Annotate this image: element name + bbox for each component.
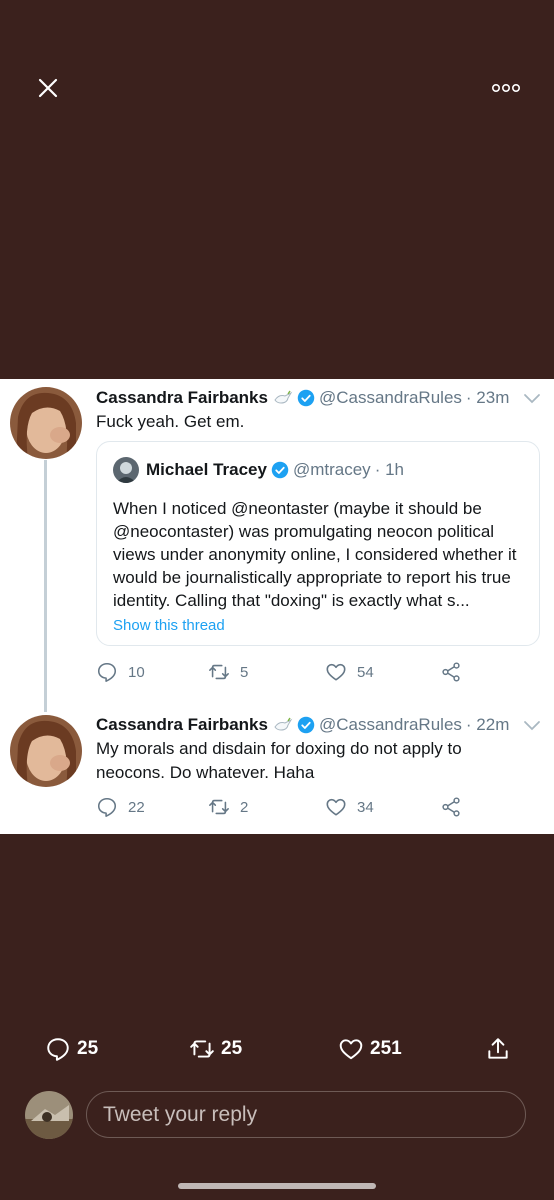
- verified-badge-icon: [297, 716, 315, 734]
- chevron-down-icon[interactable]: [523, 720, 541, 732]
- share-button[interactable]: [440, 796, 472, 818]
- main-retweet-button[interactable]: 25: [189, 1036, 242, 1062]
- verified-badge-icon: [271, 461, 289, 479]
- more-options-button[interactable]: [490, 80, 522, 96]
- share-button[interactable]: [440, 661, 472, 683]
- tweet-actions: 22 2 34: [96, 796, 476, 822]
- avatar-photo-icon: [10, 387, 82, 459]
- dove-emoji-icon: [274, 390, 293, 404]
- main-tweet-actions: 25 25 251: [0, 1036, 554, 1070]
- reply-count: 10: [128, 663, 145, 681]
- tweet-actions: 10 5 54: [96, 661, 476, 687]
- quoted-tweet[interactable]: Michael Tracey @mtracey · 1h When I noti…: [96, 441, 540, 646]
- reply-count: 22: [128, 798, 145, 816]
- main-share-button[interactable]: [485, 1036, 517, 1062]
- tweet-header: Cassandra Fairbanks @CassandraRules · 22…: [96, 713, 509, 737]
- retweet-icon: [209, 664, 229, 680]
- heart-icon: [326, 663, 346, 681]
- like-count: 54: [357, 663, 374, 681]
- reply-button[interactable]: 10: [96, 661, 145, 683]
- retweet-count: 2: [240, 798, 249, 816]
- retweet-count: 5: [240, 663, 249, 681]
- author-name[interactable]: Cassandra Fairbanks: [96, 715, 268, 735]
- chevron-down-icon[interactable]: [523, 393, 541, 405]
- avatar-photo-icon: [10, 715, 82, 787]
- main-like-count: 251: [370, 1038, 402, 1059]
- retweet-icon: [209, 799, 229, 815]
- reply-icon: [97, 797, 117, 817]
- main-retweet-count: 25: [221, 1038, 243, 1059]
- main-reply-button[interactable]: 25: [45, 1036, 98, 1062]
- avatar[interactable]: [10, 715, 82, 787]
- reply-icon: [47, 1038, 69, 1061]
- quoted-avatar: [113, 457, 139, 483]
- quoted-tweet-text: When I noticed @neontaster (maybe it sho…: [113, 499, 517, 610]
- like-button[interactable]: 34: [325, 796, 374, 818]
- like-count: 34: [357, 798, 374, 816]
- quoted-author-name: Michael Tracey: [146, 460, 267, 479]
- more-options-icon: [491, 84, 520, 93]
- author-handle[interactable]: @CassandraRules: [319, 388, 462, 408]
- show-thread-link[interactable]: Show this thread: [113, 617, 225, 634]
- verified-badge-icon: [297, 389, 315, 407]
- reply-icon: [97, 662, 117, 682]
- close-icon: [38, 78, 58, 98]
- like-button[interactable]: 54: [325, 661, 374, 683]
- reply-input[interactable]: [86, 1091, 526, 1138]
- tweet-timestamp: · 23m: [465, 388, 510, 407]
- share-icon: [442, 797, 460, 817]
- tweet-header: Cassandra Fairbanks @CassandraRules · 23…: [96, 386, 509, 410]
- dove-emoji-icon: [274, 717, 293, 731]
- avatar[interactable]: [10, 387, 82, 459]
- reply-button[interactable]: 22: [96, 796, 145, 818]
- share-icon: [442, 662, 460, 682]
- quoted-avatar-photo-icon: [113, 457, 139, 483]
- quoted-tweet-header: Michael Tracey @mtracey · 1h: [113, 457, 404, 483]
- heart-icon: [339, 1039, 363, 1060]
- author-name[interactable]: Cassandra Fairbanks: [96, 388, 268, 408]
- main-like-button[interactable]: 251: [338, 1036, 402, 1062]
- retweet-icon: [190, 1040, 214, 1058]
- user-avatar-photo-icon: [25, 1091, 73, 1139]
- tweet-text: My morals and disdain for doxing do not …: [96, 739, 462, 782]
- heart-icon: [326, 798, 346, 816]
- main-reply-count: 25: [77, 1038, 99, 1059]
- retweet-button[interactable]: 5: [208, 661, 248, 683]
- quoted-author-handle: @mtracey: [292, 460, 371, 479]
- thread-connector-line: [44, 460, 47, 712]
- tweet-text: Fuck yeah. Get em.: [96, 412, 245, 431]
- upload-share-icon: [488, 1038, 508, 1059]
- tweet-timestamp: · 22m: [465, 715, 510, 734]
- close-button[interactable]: [36, 76, 60, 100]
- home-indicator[interactable]: [178, 1183, 376, 1189]
- retweet-button[interactable]: 2: [208, 796, 248, 818]
- author-handle[interactable]: @CassandraRules: [319, 715, 462, 735]
- quoted-timestamp: · 1h: [374, 460, 404, 479]
- user-avatar[interactable]: [25, 1091, 73, 1139]
